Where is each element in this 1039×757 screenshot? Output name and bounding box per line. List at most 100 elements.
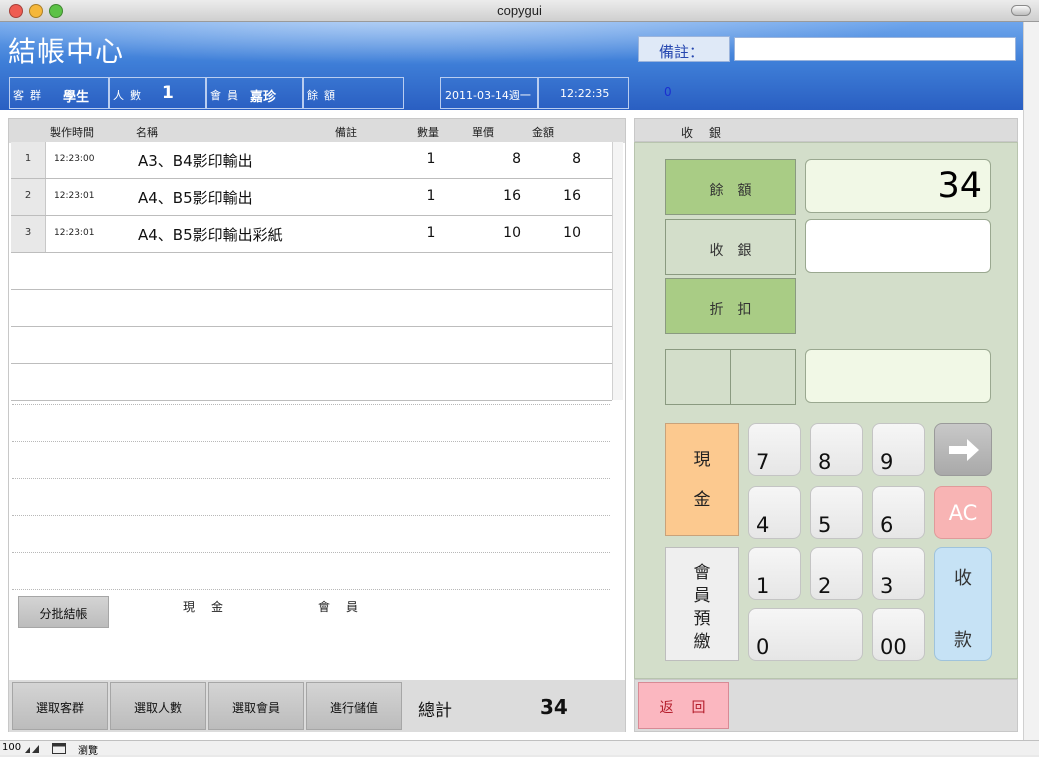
cashier-tab-label: 收 銀 [681, 126, 724, 140]
remark-input[interactable] [734, 37, 1016, 61]
total-value: 34 [540, 695, 568, 719]
key-8[interactable]: 8 [810, 423, 863, 476]
member-field[interactable]: 會員 嘉珍 [206, 77, 303, 109]
page-title: 結帳中心 [8, 35, 125, 68]
split-checkout-button[interactable]: 分批結帳 [18, 596, 109, 628]
select-people-button[interactable]: 選取人數 [110, 682, 206, 730]
row-qty: 1 [426, 188, 436, 204]
customer-group-value: 學生 [63, 90, 90, 105]
row-index: 2 [11, 179, 46, 215]
column-header-name: 名稱 [136, 126, 158, 139]
table-header: 製作時間 名稱 備註 數量 單價 金額 [9, 119, 625, 143]
column-header-time: 製作時間 [50, 126, 94, 139]
key-9[interactable]: 9 [872, 423, 925, 476]
row-name: A3、B4影印輸出 [138, 152, 253, 170]
time-field: 12:22:35 [538, 77, 629, 109]
key-3[interactable]: 3 [872, 547, 925, 600]
table-row[interactable]: 1 12:23:00 A3、B4影印輸出 1 8 8 [11, 142, 612, 179]
divider [12, 441, 610, 442]
key-7[interactable]: 7 [748, 423, 801, 476]
cashier-tab: 收 銀 [634, 118, 1018, 142]
zoom-level[interactable]: 100 [2, 742, 21, 753]
customer-group-label: 客群 [13, 89, 47, 102]
date-value: 2011-03-14週一 [445, 89, 531, 102]
key-2[interactable]: 2 [810, 547, 863, 600]
customer-group-field[interactable]: 客群 學生 [9, 77, 109, 109]
balance-field: 餘額 [303, 77, 404, 109]
split-scrollbar[interactable] [612, 403, 623, 586]
arrow-right-icon [949, 439, 979, 461]
row-name: A4、B5影印輸出 [138, 189, 253, 207]
balance-display: 34 [805, 159, 991, 213]
receive-input[interactable] [805, 219, 991, 273]
row-index: 3 [11, 216, 46, 252]
toolbar-toggle-button[interactable] [1011, 5, 1031, 16]
people-field[interactable]: 人數 1 [109, 77, 206, 109]
row-qty: 1 [426, 151, 436, 167]
key-6[interactable]: 6 [872, 486, 925, 539]
time-value: 12:22:35 [560, 87, 610, 100]
column-header-note: 備註 [335, 126, 357, 139]
column-header-price: 單價 [472, 126, 494, 139]
cashier-balance-value: 34 [937, 166, 982, 206]
empty-table-row[interactable] [11, 327, 612, 364]
row-price: 16 [503, 188, 521, 204]
member-label: 會員 [210, 89, 244, 102]
table-row[interactable]: 3 12:23:01 A4、B5影印輸出彩紙 1 10 10 [11, 216, 612, 253]
collect-button[interactable]: 收款 [934, 547, 992, 661]
key-5[interactable]: 5 [810, 486, 863, 539]
divider [12, 404, 610, 405]
cash-button[interactable]: 現金 [665, 423, 739, 536]
discount-box[interactable]: 折扣 [665, 278, 796, 334]
row-time: 12:23:01 [54, 191, 95, 201]
status-bar: 100 瀏覽 [0, 740, 1039, 757]
divider [12, 589, 610, 590]
extra-display [805, 349, 991, 403]
row-time: 12:23:01 [54, 228, 95, 238]
row-price: 8 [512, 151, 521, 167]
header-right-value: 0 [664, 85, 672, 99]
row-price: 10 [503, 225, 521, 241]
remark-label: 備註： [638, 36, 730, 62]
window-title: copygui [497, 3, 542, 18]
key-0[interactable]: 0 [748, 608, 863, 661]
split-cash-label: 現 金 [183, 600, 226, 614]
empty-table-row[interactable] [11, 253, 612, 290]
key-1[interactable]: 1 [748, 547, 801, 600]
empty-table-row[interactable] [11, 290, 612, 327]
key-00[interactable]: 00 [872, 608, 925, 661]
member-prepaid-button[interactable]: 會員預繳 [665, 547, 739, 661]
window-scrollbar[interactable] [1023, 22, 1039, 740]
arrow-right-button[interactable] [934, 423, 992, 476]
column-header-amount: 金額 [532, 126, 554, 139]
balance-box[interactable]: 餘額 [665, 159, 796, 215]
divider [12, 478, 610, 479]
balance-label: 餘額 [307, 89, 341, 102]
select-member-button[interactable]: 選取會員 [208, 682, 304, 730]
member-value: 嘉珍 [250, 90, 277, 105]
zoom-icon[interactable] [24, 744, 50, 754]
row-amount: 10 [563, 225, 581, 241]
people-value: 1 [162, 83, 174, 103]
row-amount: 16 [563, 188, 581, 204]
table-row[interactable]: 2 12:23:01 A4、B5影印輸出 1 16 16 [11, 179, 612, 216]
blank-box-left[interactable] [665, 349, 731, 405]
layout-icon[interactable] [52, 743, 66, 754]
empty-table-row[interactable] [11, 364, 612, 401]
people-label: 人數 [113, 89, 147, 102]
date-field: 2011-03-14週一 [440, 77, 538, 109]
row-name: A4、B5影印輸出彩紙 [138, 226, 283, 244]
ac-button[interactable]: AC [934, 486, 992, 539]
blank-box-right[interactable] [730, 349, 796, 405]
window-titlebar: copygui [0, 0, 1039, 22]
key-4[interactable]: 4 [748, 486, 801, 539]
back-button[interactable]: 返 回 [638, 682, 729, 729]
receive-box[interactable]: 收銀 [665, 219, 796, 275]
table-scrollbar[interactable] [612, 142, 623, 400]
deposit-button[interactable]: 進行儲值 [306, 682, 402, 730]
row-index: 1 [11, 142, 46, 178]
divider [12, 515, 610, 516]
column-header-qty: 數量 [417, 126, 439, 139]
row-qty: 1 [426, 225, 436, 241]
select-customer-group-button[interactable]: 選取客群 [12, 682, 108, 730]
